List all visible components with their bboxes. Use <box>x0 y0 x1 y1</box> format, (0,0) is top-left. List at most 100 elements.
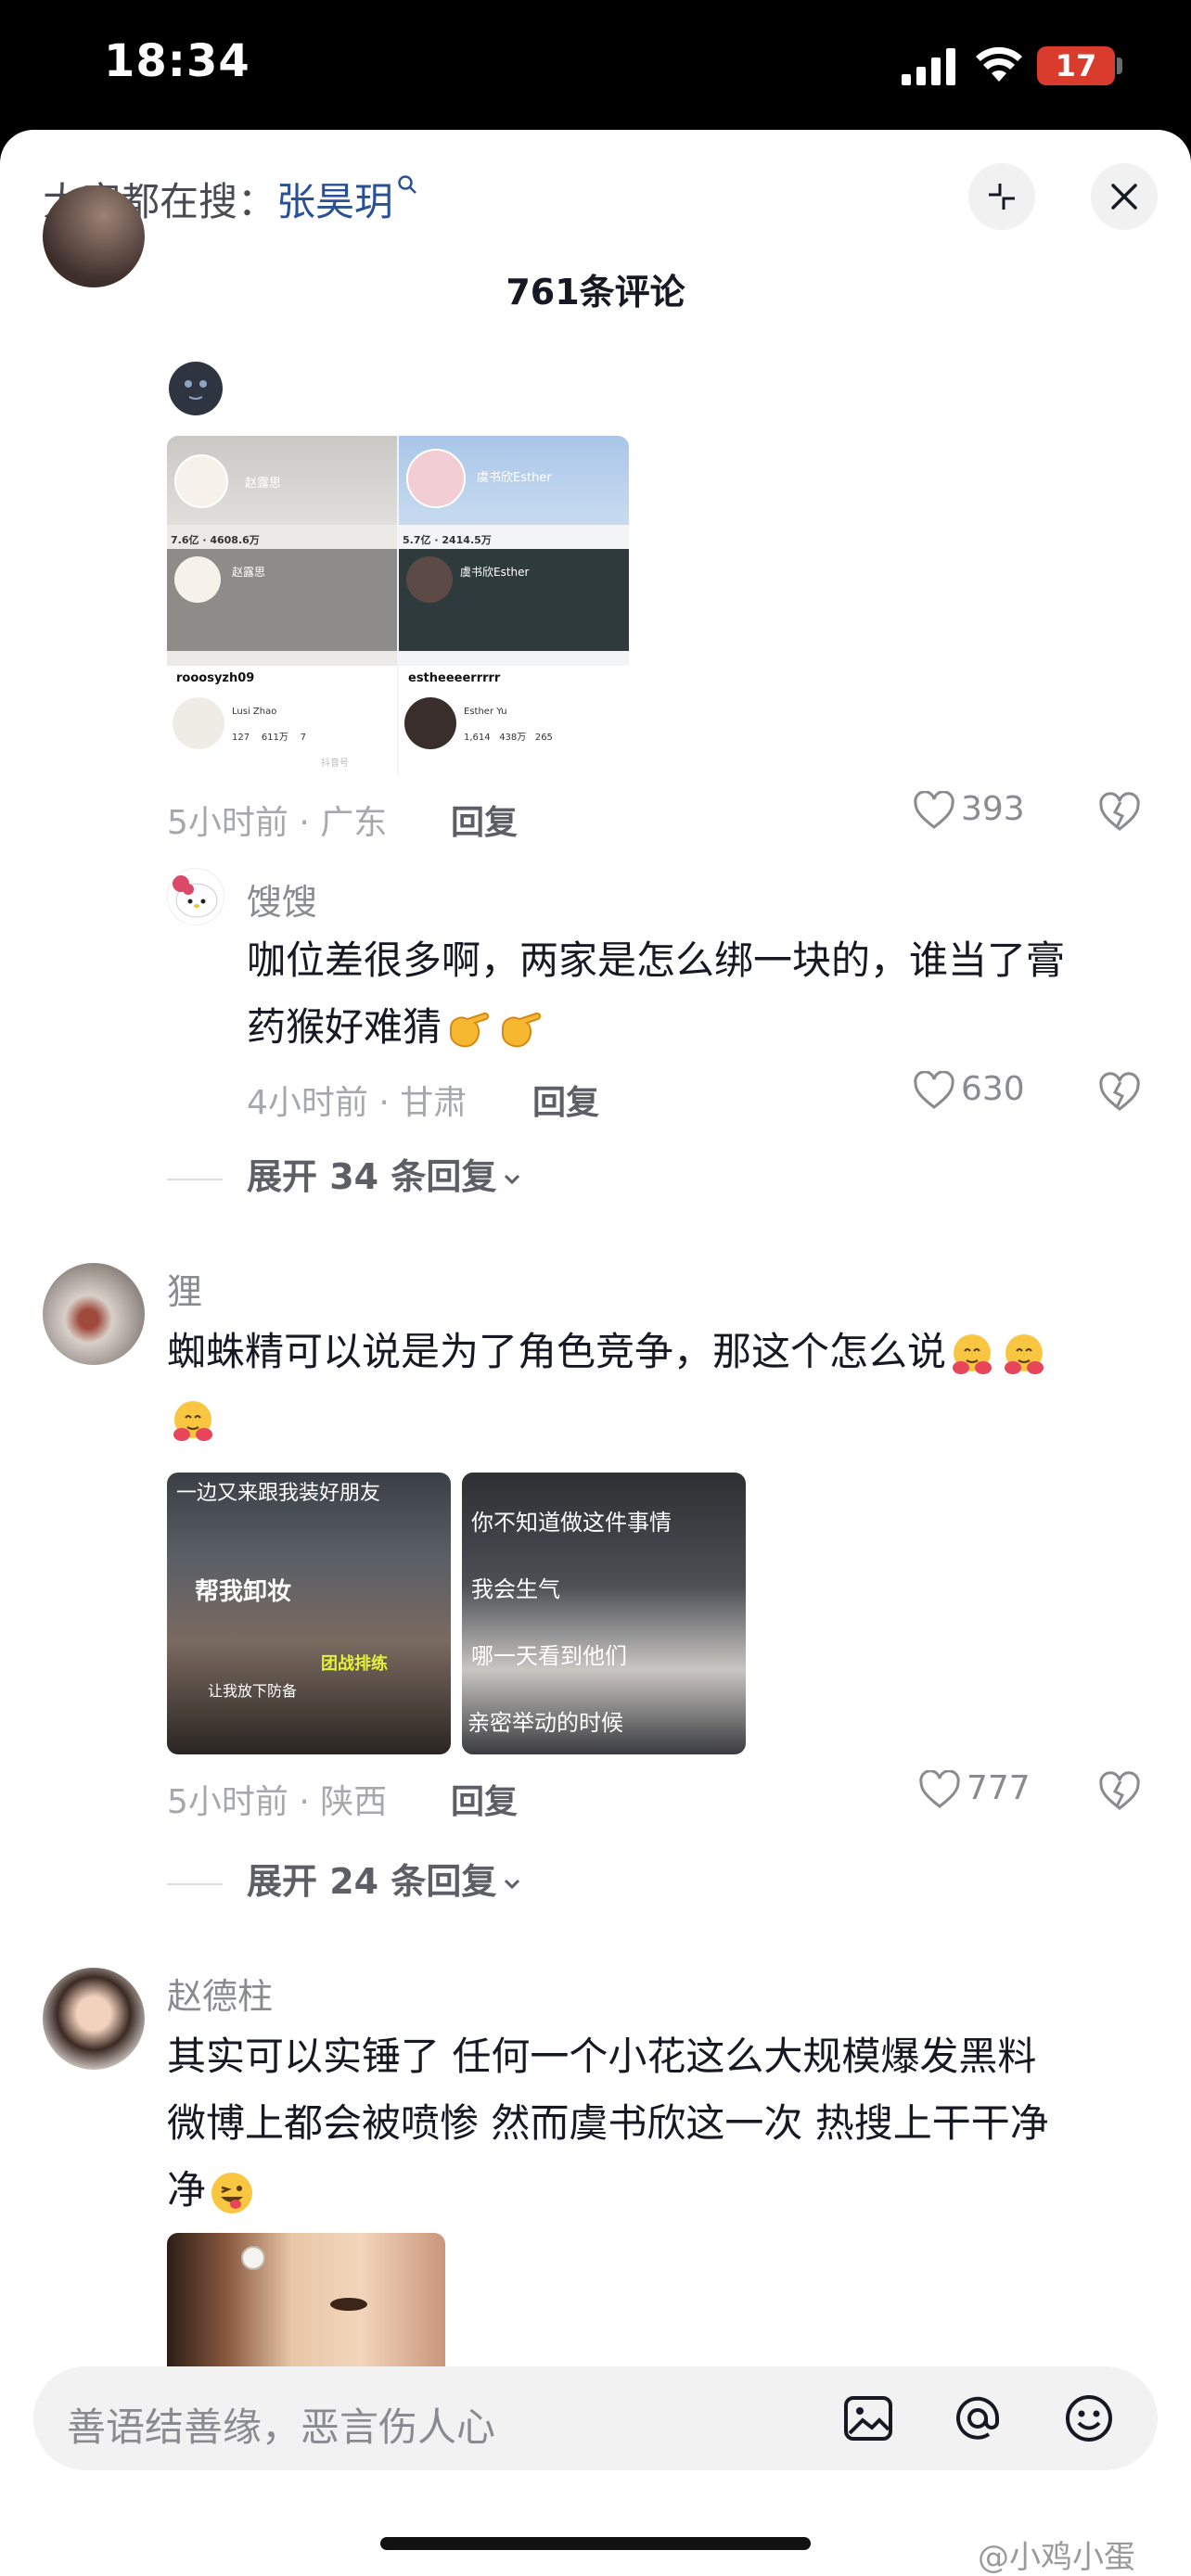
like-button[interactable]: 630 <box>913 1070 1025 1110</box>
comment-meta: 5小时前 · 陕西 <box>167 1783 388 1821</box>
reply-button[interactable]: 回复 <box>532 1076 599 1124</box>
emoji-icon[interactable] <box>1063 2392 1115 2444</box>
cellular-signal-icon <box>902 48 955 85</box>
reply-text: 咖位差很多啊，两家是怎么绑一块的，谁当了膏 药猴好难猜 <box>247 927 1156 1061</box>
hello-kitty-avatar-icon <box>173 875 218 918</box>
profile-panel-left: 赵露思 7.6亿 · 4608.6万 赵露思 rooosyzh09 Lusi Z… <box>167 436 397 775</box>
avatar <box>406 449 466 508</box>
hugging-face-emoji-icon <box>953 1333 992 1374</box>
image-watermark: 抖音号 <box>321 759 349 769</box>
close-icon <box>1111 184 1137 210</box>
heart-icon <box>914 1070 954 1109</box>
divider <box>167 1178 223 1180</box>
avatar[interactable] <box>167 868 224 925</box>
expand-replies-label: 展开 24 条回复 <box>247 1861 497 1902</box>
weibo-watermark: @小鸡小蛋 <box>978 2539 1135 2576</box>
dislike-button[interactable] <box>1098 792 1141 833</box>
comment-image-portrait[interactable] <box>167 2233 445 2372</box>
heart-icon <box>914 790 954 829</box>
comment-text-line: 其实可以实锤了 任何一个小花这么大规模爆发黑料 <box>167 2034 1037 2079</box>
reply-text-line: 咖位差很多啊，两家是怎么绑一块的，谁当了膏 <box>247 937 1066 983</box>
like-button[interactable]: 393 <box>913 790 1025 830</box>
dislike-button[interactable] <box>1098 1072 1141 1113</box>
comment-image-meme-right[interactable]: 你不知道做这件事情 我会生气 哪一天看到他们 亲密举动的时候 <box>462 1473 746 1754</box>
comment-input-bar[interactable]: 善语结善缘，恶言伤人心 <box>33 2366 1158 2470</box>
wifi-icon <box>976 46 1022 82</box>
profile-num: 7 <box>300 733 306 743</box>
profile-num: 438万 <box>499 733 527 743</box>
reply-button[interactable]: 回复 <box>451 796 518 844</box>
profile-stat: 7.6亿 <box>171 534 199 546</box>
meme-caption: 你不知道做这件事情 <box>471 1510 672 1536</box>
emoji-sticker-icon <box>169 362 223 415</box>
avatar[interactable] <box>43 185 145 287</box>
hugging-face-emoji-icon <box>1005 1333 1044 1374</box>
profile-stat: 2414.5万 <box>442 534 492 546</box>
comment-text-line: 净 <box>167 2167 207 2213</box>
profile-handle: rooosyzh09 <box>176 671 255 685</box>
profile-num: 611万 <box>261 733 288 743</box>
comment-username[interactable]: 赵德柱 <box>167 1968 273 2019</box>
expand-replies-label: 展开 34 条回复 <box>247 1156 497 1197</box>
profile-subname: Esther Yu <box>464 707 507 717</box>
divider <box>167 1882 223 1885</box>
reply-button[interactable]: 回复 <box>451 1775 518 1823</box>
profile-handle: estheeeerrrrr <box>408 671 501 685</box>
expand-replies-button[interactable]: 展开 34 条回复 <box>167 1148 522 1199</box>
reply-username[interactable]: 馊馊 <box>247 874 317 925</box>
avatar <box>406 556 453 603</box>
avatar <box>173 697 224 749</box>
avatar <box>174 454 228 508</box>
expand-replies-button[interactable]: 展开 24 条回复 <box>167 1853 522 1904</box>
comment-image-profiles[interactable]: 赵露思 7.6亿 · 4608.6万 赵露思 rooosyzh09 Lusi Z… <box>167 436 629 775</box>
meme-caption: 亲密举动的时候 <box>467 1710 623 1736</box>
meme-caption: 让我放下防备 <box>208 1682 298 1700</box>
hot-search-keyword[interactable]: 张昊玥 <box>276 179 393 224</box>
search-icon <box>398 175 416 194</box>
status-bar: 18:34 17 <box>0 0 1191 130</box>
collapse-button[interactable] <box>968 163 1035 230</box>
comment-input-placeholder[interactable]: 善语结善缘，恶言伤人心 <box>67 2396 495 2453</box>
avatar[interactable] <box>43 1968 145 2070</box>
comment-image-meme-left[interactable]: 一边又来跟我装好朋友 帮我卸妆 团战排练 让我放下防备 <box>167 1473 451 1754</box>
comment-meta: 4小时前 · 甘肃 <box>247 1084 467 1122</box>
profile-name: 虞书欣Esther <box>477 471 552 485</box>
reply-text-line: 药猴好难猜 <box>247 1004 442 1050</box>
profile-stat: 5.7亿 <box>403 534 431 546</box>
eye <box>330 2298 367 2311</box>
comment-text: 其实可以实锤了 任何一个小花这么大规模爆发黑料 微博上都会被喷惨 然而虞书欣这一… <box>167 2023 1169 2224</box>
comment-text-line: 蜘蛛精可以说是为了角色竞争，那这个怎么说 <box>167 1329 947 1374</box>
meme-caption: 团战排练 <box>321 1654 388 1674</box>
close-button[interactable] <box>1091 163 1158 230</box>
comment-count-title: 761条评论 <box>506 272 685 312</box>
profile-num: 127 <box>232 733 250 743</box>
like-count: 630 <box>961 1070 1025 1108</box>
profile-subname: Lusi Zhao <box>232 707 277 717</box>
comment-text-line: 微博上都会被喷惨 然而虞书欣这一次 热搜上干干净 <box>167 2100 1049 2146</box>
avatar[interactable] <box>43 1263 145 1365</box>
hugging-face-emoji-icon <box>173 1400 212 1441</box>
like-button[interactable]: 777 <box>918 1769 1031 1809</box>
avatar <box>404 697 456 749</box>
battery-indicator: 17 <box>1037 46 1115 85</box>
profile-num: 265 <box>534 733 553 743</box>
comment-username[interactable]: 狸 <box>167 1263 202 1314</box>
pointing-hand-emoji-icon <box>502 1012 542 1047</box>
meme-caption: 我会生气 <box>471 1576 560 1602</box>
hair-ornament <box>241 2246 265 2270</box>
home-indicator[interactable] <box>380 2537 811 2550</box>
meme-caption: 哪一天看到他们 <box>471 1643 627 1669</box>
dislike-button[interactable] <box>1098 1771 1141 1812</box>
profile-name: 赵露思 <box>245 477 282 491</box>
chevron-down-icon <box>505 1174 520 1184</box>
comment-sheet: 大家都在搜：张昊玥 761条评论 赵露思 7.6亿 · 4608.6万 赵露思 … <box>0 130 1191 2576</box>
mention-icon[interactable] <box>952 2392 1004 2444</box>
profile-name: 虞书欣Esther <box>460 566 530 579</box>
profile-num: 1,614 <box>464 733 491 743</box>
meme-caption: 一边又来跟我装好朋友 <box>176 1482 381 1505</box>
profile-panel-right: 虞书欣Esther 5.7亿 · 2414.5万 虞书欣Esther esthe… <box>399 436 629 775</box>
profile-stat: 4608.6万 <box>210 534 260 546</box>
pointing-hand-emoji-icon <box>450 1012 490 1047</box>
image-icon[interactable] <box>842 2392 894 2444</box>
meme-caption: 帮我卸妆 <box>195 1578 292 1606</box>
